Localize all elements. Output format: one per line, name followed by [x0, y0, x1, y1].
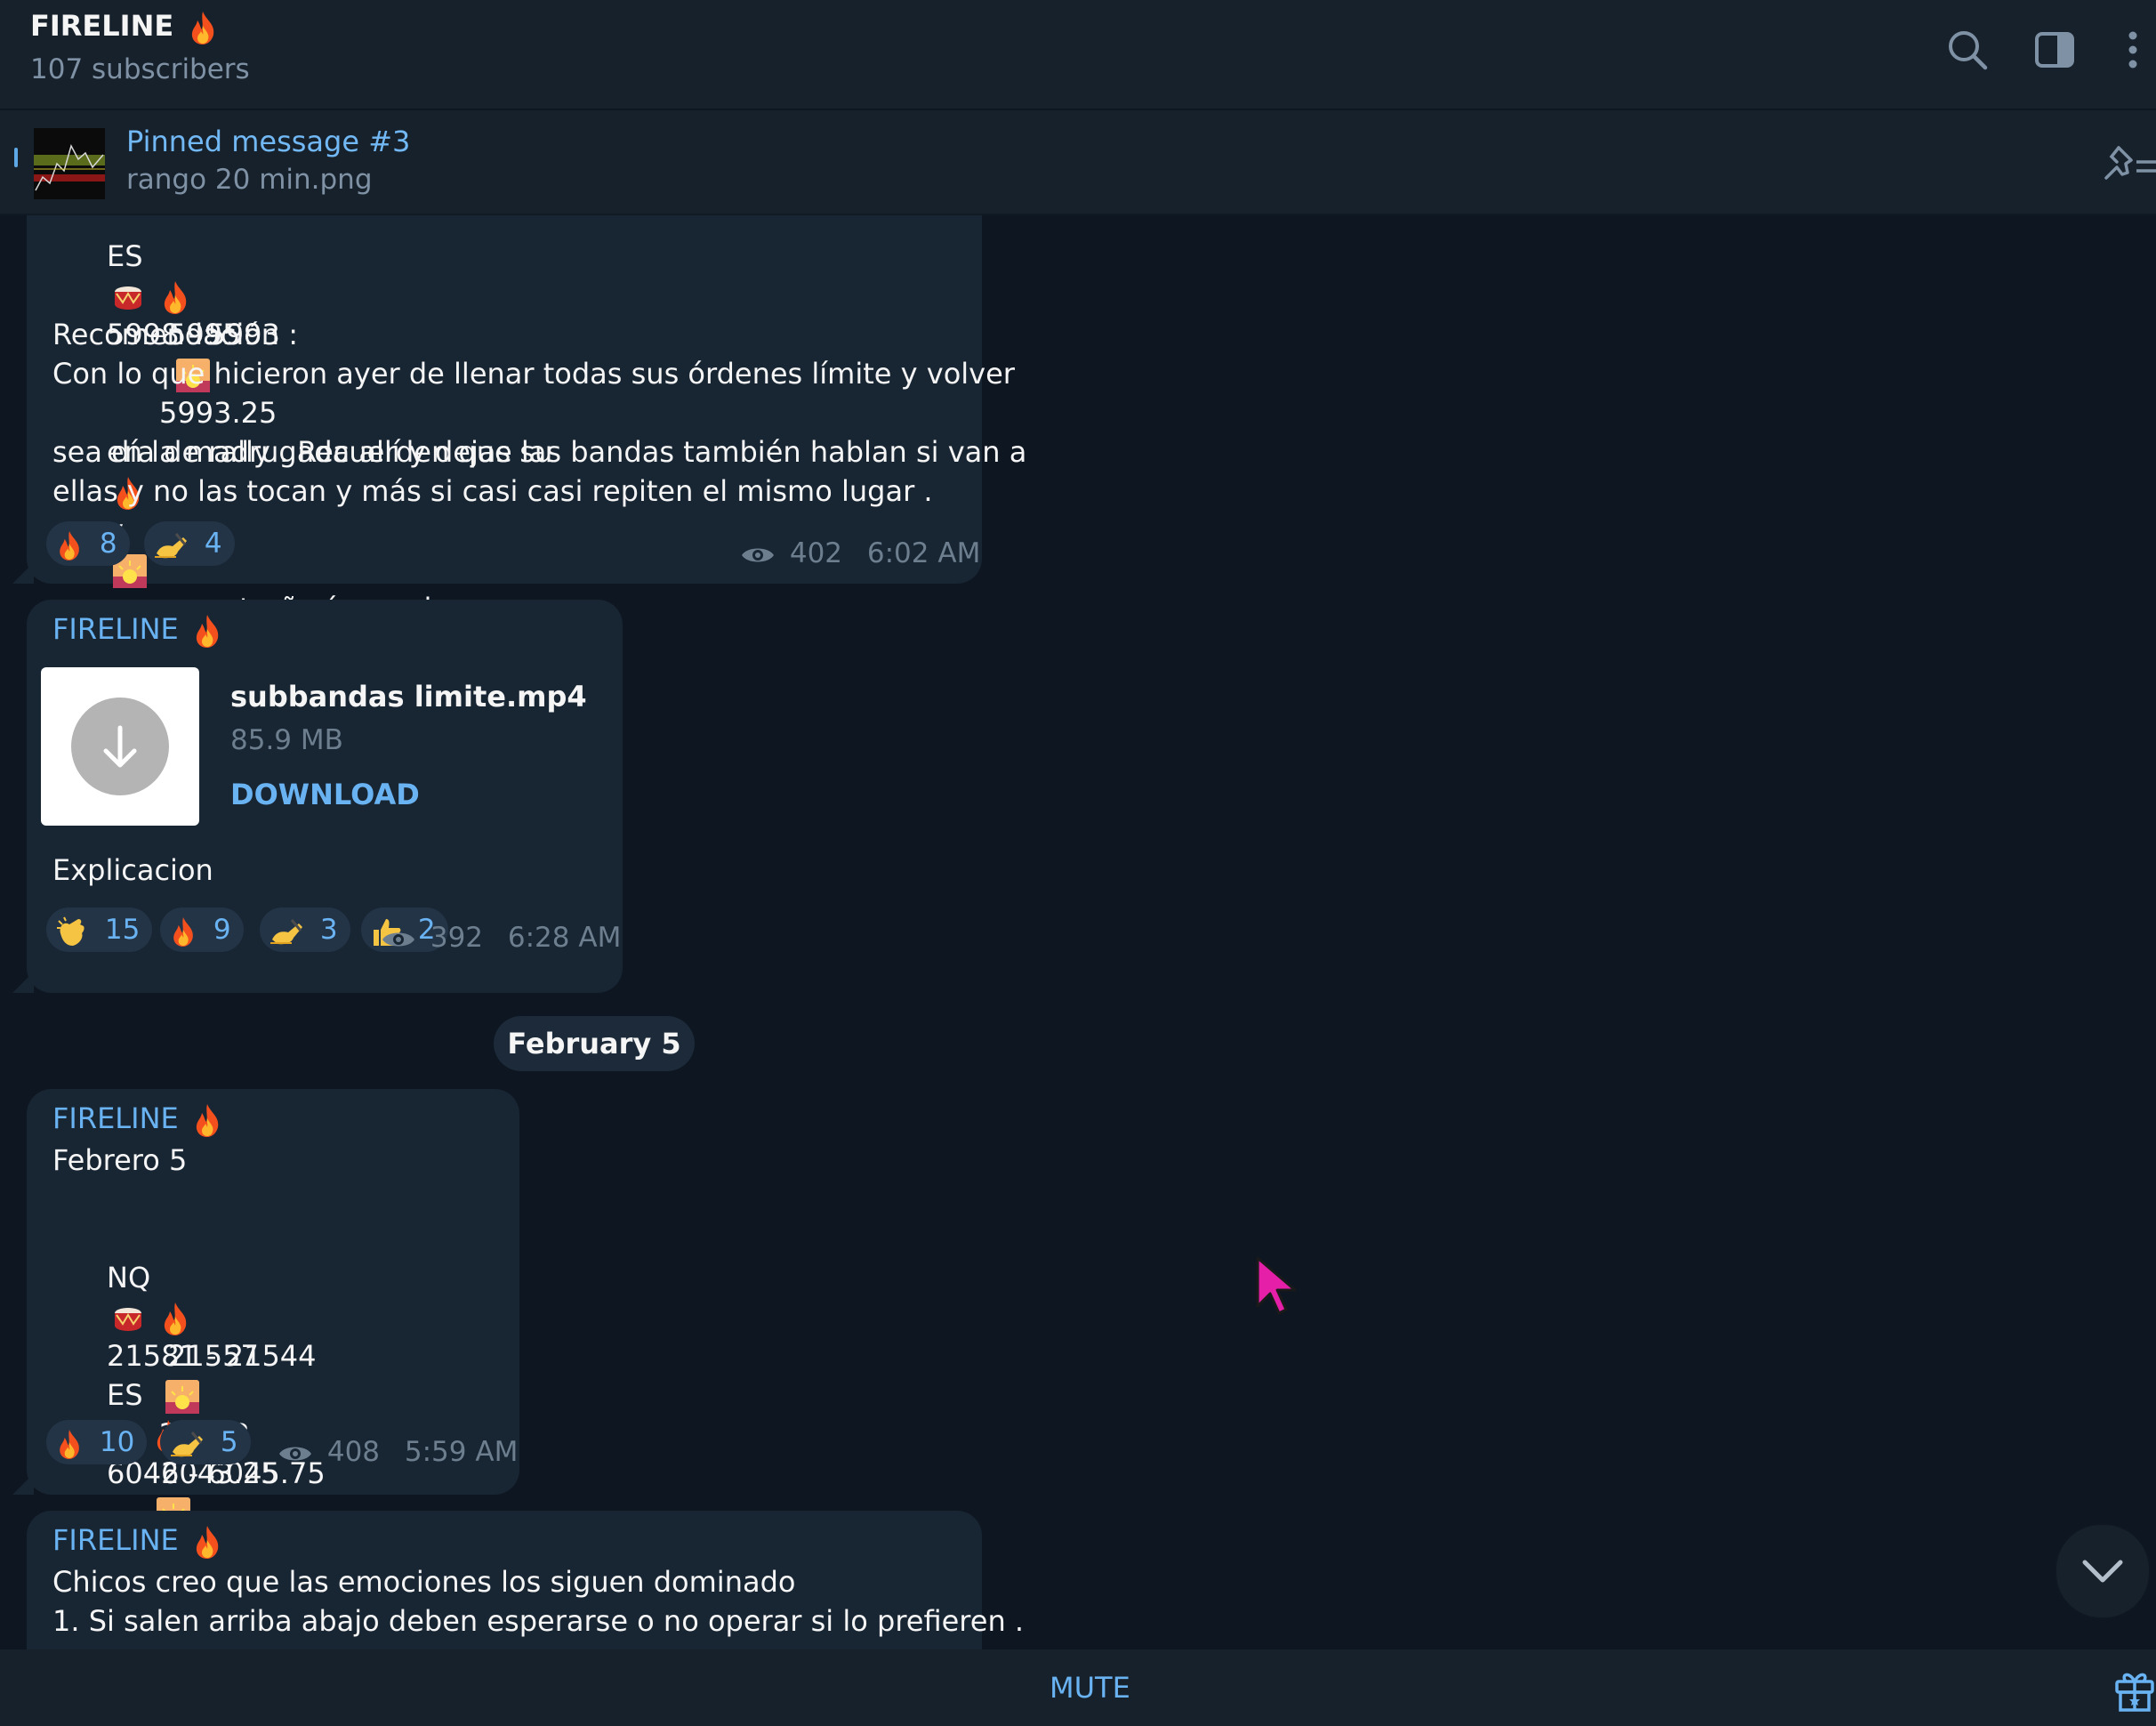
message-meta: 392 6:28 AM [381, 922, 621, 954]
pinned-message-bar[interactable]: Pinned message #3 rango 20 min.png [0, 110, 2156, 215]
fire-emoji-icon [169, 915, 197, 948]
views-eye-icon [381, 927, 416, 952]
download-arrow-icon[interactable] [71, 698, 169, 795]
download-link[interactable]: DOWNLOAD [230, 778, 420, 811]
message-line: 1. Si salen arriba abajo deben esperarse… [52, 1604, 1025, 1638]
pinned-indicator [14, 148, 18, 167]
message-meta: 402 6:02 AM [740, 537, 980, 569]
reaction-chip[interactable]: 3 [260, 907, 350, 952]
chat-header: FIRELINE 107 subscribers [0, 0, 2156, 110]
message-bubble[interactable]: FIRELINE Febrero 5 NQ 21581 - 21544 2155… [27, 1089, 519, 1570]
file-name: subbandas limite.mp4 [230, 680, 587, 714]
reaction-chip[interactable]: 5 [160, 1420, 251, 1464]
mute-button[interactable]: MUTE [1050, 1649, 1130, 1726]
message-bubble[interactable]: FIRELINE Chicos creo que las emociones l… [27, 1511, 1024, 1649]
message-line: Con lo que hicieron ayer de llenar todas… [52, 357, 1015, 391]
more-vertical-icon[interactable] [2117, 27, 2149, 73]
pinned-title: Pinned message #3 [126, 125, 411, 158]
message-line: Recomendación : [52, 318, 299, 351]
message-list[interactable]: ES 5998 - 5993 5995 5993.25 Recomendació… [0, 215, 2156, 1649]
sender-name[interactable]: FIRELINE [52, 1523, 223, 1560]
channel-title[interactable]: FIRELINE [30, 9, 219, 45]
pinned-thumbnail [34, 128, 105, 199]
sidebar-toggle-icon[interactable] [2031, 27, 2078, 73]
sender-name[interactable]: FIRELINE [52, 612, 223, 649]
fire-emoji-icon [55, 1428, 84, 1460]
writing-hand-emoji-icon [153, 530, 189, 561]
reaction-chip[interactable]: 15 [46, 907, 153, 952]
message-bubble[interactable]: FIRELINE subbandas limite.mp4 85.9 MB DO… [27, 600, 623, 993]
views-eye-icon [278, 1441, 313, 1466]
views-eye-icon [740, 543, 776, 568]
fire-emoji-icon [191, 1102, 223, 1138]
reaction-chip[interactable]: 10 [46, 1420, 148, 1464]
mouse-cursor-icon [1252, 1254, 1306, 1317]
pinned-subtitle: rango 20 min.png [126, 164, 373, 196]
reaction-chip[interactable]: 8 [46, 521, 130, 566]
message-meta: 408 5:59 AM [278, 1436, 518, 1468]
fire-emoji-icon [191, 613, 223, 649]
message-line: ellas y no las tocan y más si casi casi … [52, 474, 933, 508]
writing-hand-emoji-icon [169, 1429, 205, 1459]
message-text: Explicacion [52, 853, 213, 887]
writing-hand-emoji-icon [269, 916, 304, 947]
fire-emoji-icon [159, 279, 191, 315]
fire-emoji-icon [191, 1524, 223, 1560]
file-size: 85.9 MB [230, 724, 343, 756]
search-icon[interactable] [1944, 27, 1991, 73]
date-separator: February 5 [494, 1016, 695, 1071]
file-thumbnail[interactable] [41, 667, 199, 826]
message-line: Febrero 5 [52, 1143, 188, 1177]
fire-emoji-icon [55, 529, 84, 561]
channel-footer: MUTE [0, 1649, 2156, 1726]
message-line: sea día de rally . Recuerden que las ban… [52, 435, 1027, 469]
reaction-chip[interactable]: 4 [144, 521, 235, 566]
gift-icon[interactable] [2113, 1667, 2156, 1712]
reaction-chip[interactable]: 9 [160, 907, 244, 952]
clapping-hands-emoji-icon [55, 915, 89, 948]
subscriber-count: 107 subscribers [30, 53, 250, 85]
pin-list-icon[interactable] [2099, 142, 2156, 187]
message-line: Chicos creo que las emociones los siguen… [52, 1565, 796, 1599]
scroll-to-bottom-button[interactable] [2055, 1523, 2151, 1619]
sender-name[interactable]: FIRELINE [52, 1101, 223, 1138]
message-bubble[interactable]: ES 5998 - 5993 5995 5993.25 Recomendació… [27, 215, 1026, 625]
fire-emoji-icon [187, 10, 219, 45]
fire-emoji-icon [159, 1301, 191, 1336]
